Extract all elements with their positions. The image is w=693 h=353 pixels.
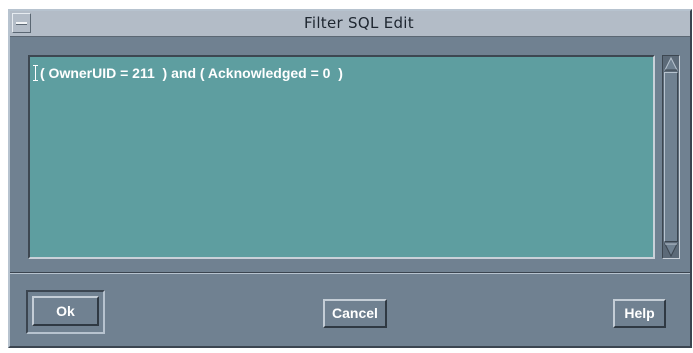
cancel-button[interactable]: Cancel	[323, 299, 387, 328]
title-bar[interactable]: Filter SQL Edit	[10, 11, 690, 37]
sql-text: ( OwnerUID = 211 ) and ( Acknowledged = …	[40, 65, 343, 81]
sql-text-area[interactable]: ( OwnerUID = 211 ) and ( Acknowledged = …	[28, 55, 655, 259]
text-cursor-icon	[33, 65, 38, 81]
vertical-scrollbar[interactable]	[662, 55, 680, 259]
help-button[interactable]: Help	[613, 299, 666, 328]
filter-sql-edit-dialog: Filter SQL Edit ( OwnerUID = 211 ) and (…	[8, 9, 692, 348]
window-title: Filter SQL Edit	[304, 14, 414, 32]
window-menu-bar	[16, 22, 27, 25]
scrollbar-thumb[interactable]	[664, 72, 678, 242]
scroll-up-arrow-icon[interactable]	[664, 57, 678, 71]
window-menu-icon[interactable]	[12, 13, 31, 33]
scroll-down-arrow-icon[interactable]	[664, 243, 678, 257]
button-area-separator	[10, 272, 690, 274]
ok-button[interactable]: Ok	[32, 296, 99, 326]
